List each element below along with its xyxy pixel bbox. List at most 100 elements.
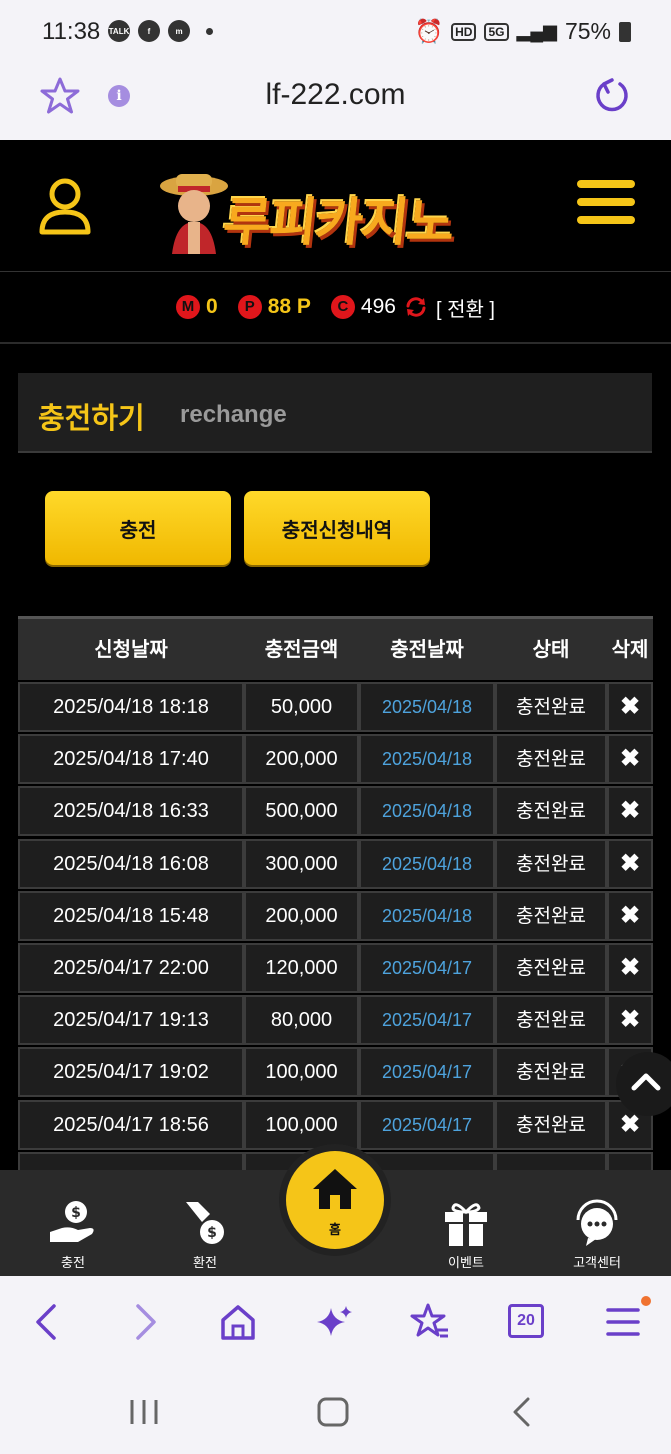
nav-support[interactable]: 고객센터: [542, 1170, 652, 1276]
table-row: 2025/04/18 18:18 50,000 2025/04/18 충전완료 ✖: [18, 682, 653, 734]
delete-icon[interactable]: ✖: [607, 682, 653, 732]
cell-status: 충전완료: [495, 890, 607, 941]
cell-status: 충전완료: [495, 1047, 607, 1098]
chevron-up-icon: [631, 1073, 661, 1091]
delete-icon[interactable]: ✖: [607, 786, 653, 837]
reload-icon[interactable]: [592, 76, 632, 116]
android-back-icon[interactable]: [510, 1396, 534, 1428]
nav-charge-label: 충전: [61, 1256, 85, 1271]
page-subtitle: rechange: [180, 401, 287, 428]
table-row: 2025/04/18 17:40 200,000 2025/04/18 충전완료 ✖: [18, 734, 653, 786]
delete-icon[interactable]: ✖: [607, 995, 653, 1046]
more-notifications-icon: [206, 27, 213, 35]
cell-status: 충전완료: [495, 786, 607, 837]
cell-charged-date: 2025/04/17: [359, 1099, 495, 1150]
nav-event[interactable]: 이벤트: [411, 1170, 521, 1276]
cell-requested-date: 2025/04/18 16:33: [18, 786, 244, 837]
signal-icon: ▂▄▆: [516, 21, 557, 41]
notification-dot: [641, 1296, 651, 1306]
money-value: 0: [206, 295, 218, 318]
back-icon[interactable]: [28, 1302, 68, 1342]
hamburger-menu-icon[interactable]: [577, 180, 635, 232]
cell-amount: 300,000: [244, 838, 359, 889]
user-icon[interactable]: [38, 176, 92, 236]
cell-charged-date: 2025/04/18: [359, 786, 495, 837]
charge-button[interactable]: 충전: [45, 491, 231, 565]
casino-badge: C: [330, 295, 355, 319]
cell-requested-date: 2025/04/17 18:56: [18, 1099, 244, 1150]
money-hand-icon: $: [50, 1201, 94, 1242]
cell-requested-date: 2025/04/17 22:00: [18, 943, 244, 993]
cell-charged-date: 2025/04/17: [359, 943, 495, 993]
gift-icon: [445, 1203, 487, 1246]
battery-level: 75%: [564, 18, 611, 44]
delete-icon[interactable]: ✖: [607, 943, 653, 993]
table-row: 2025/04/18 16:33 500,000 2025/04/18 충전완료 ✖: [18, 786, 653, 838]
scroll-to-top-button[interactable]: [616, 1052, 671, 1116]
header-delete: 삭제: [611, 637, 649, 661]
alarm-icon: ⏰: [414, 18, 444, 44]
home-icon: [313, 1169, 357, 1209]
table-cell-empty: [495, 1151, 607, 1170]
nav-exchange-label: 환전: [193, 1256, 217, 1271]
cell-charged-date: 2025/04/17: [359, 1047, 495, 1098]
home-browser-icon[interactable]: [218, 1302, 258, 1342]
android-home-icon[interactable]: [316, 1396, 350, 1428]
tabs-count-button[interactable]: 20: [508, 1304, 544, 1338]
table-row: 2025/04/17 19:02100,0002025/04/17충전완료✖: [18, 1047, 653, 1099]
table-header: 신청날짜 충전금액 충전날짜 상태 삭제: [18, 616, 653, 680]
browser-url-bar: i lf-222.com: [0, 62, 671, 140]
status-time: 11:38: [42, 18, 101, 45]
table-cell-empty: [607, 1151, 653, 1170]
sparkle-icon[interactable]: [315, 1302, 355, 1342]
svg-text:$: $: [207, 1225, 217, 1241]
cell-amount: 50,000: [244, 682, 359, 732]
forward-icon[interactable]: [124, 1302, 164, 1342]
nav-support-label: 고객센터: [573, 1256, 621, 1271]
delete-icon[interactable]: ✖: [607, 734, 653, 785]
cell-charged-date: 2025/04/18: [359, 890, 495, 941]
support-chat-icon: [576, 1199, 618, 1246]
table-row: 2025/04/18 15:48 200,000 2025/04/18 충전완료 ✖: [18, 890, 653, 943]
charge-history-table: 신청날짜 충전금액 충전날짜 상태 삭제 2025/04/18 18:18 50,…: [18, 616, 653, 1170]
nav-charge[interactable]: $ 충전: [18, 1170, 128, 1276]
cell-amount: 80,000: [244, 995, 359, 1046]
logo-character-icon: [160, 174, 228, 254]
battery-icon: [619, 21, 631, 42]
point-badge: P: [237, 295, 262, 319]
cell-status: 충전완료: [495, 838, 607, 889]
android-navigation-bar: [0, 1368, 671, 1454]
hd-icon: HD: [451, 22, 477, 41]
charge-history-button[interactable]: 충전신청내역: [244, 491, 430, 565]
header-status: 상태: [532, 637, 570, 661]
header-amount: 충전금액: [264, 637, 339, 661]
cell-amount: 200,000: [244, 890, 359, 941]
nav-home-button[interactable]: 홈: [279, 1144, 391, 1256]
table-cell-empty: [18, 1151, 244, 1170]
bookmarks-icon[interactable]: [410, 1302, 450, 1342]
cell-requested-date: 2025/04/18 18:18: [18, 682, 244, 732]
cell-requested-date: 2025/04/18 15:48: [18, 890, 244, 941]
header-requested-date: 신청날짜: [94, 637, 168, 661]
browser-menu-icon[interactable]: [604, 1302, 644, 1342]
cell-status: 충전완료: [495, 943, 607, 993]
site-header: 루피카지노: [0, 140, 671, 272]
facebook-icon: f: [138, 20, 160, 42]
recent-apps-icon[interactable]: [128, 1398, 160, 1426]
cell-amount: 500,000: [244, 786, 359, 837]
site-logo[interactable]: 루피카지노: [158, 164, 520, 254]
money-badge: M: [176, 295, 201, 319]
page-title-box: 충전하기 rechange: [18, 373, 652, 453]
refresh-icon[interactable]: [404, 295, 428, 319]
switch-button[interactable]: [ 전환 ]: [436, 293, 495, 322]
cell-requested-date: 2025/04/18 16:08: [18, 838, 244, 889]
svg-text:$: $: [71, 1205, 81, 1221]
nav-exchange[interactable]: $ 환전: [150, 1170, 260, 1276]
table-row: 2025/04/17 22:00 120,000 2025/04/17 충전완료 ✖: [18, 943, 653, 995]
exchange-money-icon: $: [186, 1202, 224, 1244]
url-text[interactable]: lf-222.com: [0, 78, 671, 112]
table-row: 2025/04/18 16:08 300,000 2025/04/18 충전완료 ✖: [18, 838, 653, 891]
cell-amount: 200,000: [244, 734, 359, 785]
delete-icon[interactable]: ✖: [607, 838, 653, 889]
delete-icon[interactable]: ✖: [607, 890, 653, 941]
